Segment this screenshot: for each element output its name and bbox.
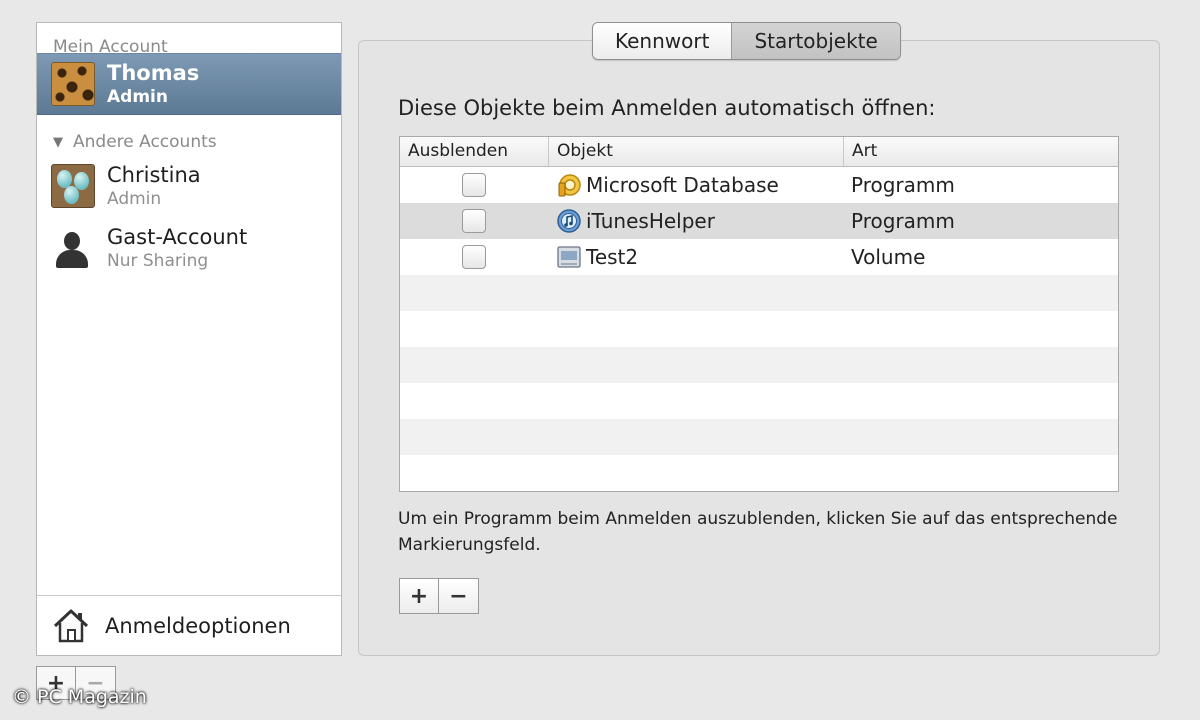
empty-row: [400, 455, 1118, 491]
my-account-header: Mein Account: [53, 37, 168, 57]
section-heading: Diese Objekte beim Anmelden automatisch …: [398, 96, 936, 120]
account-role: Nur Sharing: [107, 250, 209, 271]
column-header-kind[interactable]: Art: [843, 137, 1118, 166]
eggs-avatar-icon: [51, 164, 95, 208]
help-text: Um ein Programm beim Anmelden auszublend…: [398, 509, 1118, 555]
hide-checkbox[interactable]: [462, 173, 486, 197]
object-name: Microsoft Database: [586, 173, 779, 197]
house-icon: [53, 609, 89, 642]
tab-kennwort[interactable]: Kennwort: [593, 23, 732, 59]
account-role: Admin: [107, 86, 168, 107]
tab-bar: Kennwort Startobjekte: [592, 22, 901, 60]
empty-row: [400, 383, 1118, 419]
other-accounts-label: Andere Accounts: [73, 132, 217, 152]
account-name: Thomas: [107, 60, 200, 85]
volume-icon: [557, 246, 581, 268]
account-guest[interactable]: Gast-Account Nur Sharing: [37, 217, 341, 279]
empty-row: [400, 419, 1118, 455]
table-header: Ausblenden Objekt Art: [400, 137, 1118, 167]
object-kind: Volume: [851, 245, 926, 269]
object-name: Test2: [586, 245, 639, 269]
login-items-button-bar: + −: [399, 578, 479, 614]
disclosure-triangle-icon[interactable]: ▼: [53, 135, 63, 150]
account-role: Admin: [107, 188, 162, 209]
leopard-avatar-icon: [51, 62, 95, 106]
table-row[interactable]: iTunesHelper Programm: [400, 203, 1118, 239]
login-items-table: Ausblenden Objekt Art Microsoft Database…: [399, 136, 1119, 492]
account-name: Christina: [107, 162, 201, 187]
empty-row: [400, 347, 1118, 383]
accounts-sidebar: Mein Account Thomas Admin ▼ Andere Accou…: [36, 22, 342, 656]
table-row[interactable]: Test2 Volume: [400, 239, 1118, 275]
empty-row: [400, 275, 1118, 311]
silhouette-avatar-icon: [51, 226, 95, 270]
add-login-item-button[interactable]: +: [399, 578, 439, 614]
remove-login-item-button[interactable]: −: [439, 578, 479, 614]
column-header-hide[interactable]: Ausblenden: [400, 137, 548, 166]
account-thomas[interactable]: Thomas Admin: [37, 53, 341, 115]
table-row[interactable]: Microsoft Database Programm: [400, 167, 1118, 203]
account-name: Gast-Account: [107, 224, 248, 249]
object-kind: Programm: [851, 209, 955, 233]
database-icon: [558, 174, 581, 197]
empty-row: [400, 311, 1118, 347]
watermark: © PC Magazin: [12, 686, 147, 708]
itunes-icon: [557, 209, 581, 233]
account-christina[interactable]: Christina Admin: [37, 155, 341, 217]
tab-startobjekte[interactable]: Startobjekte: [731, 23, 900, 59]
object-kind: Programm: [851, 173, 955, 197]
login-options-item[interactable]: Anmeldeoptionen: [37, 595, 341, 655]
other-accounts-header[interactable]: ▼ Andere Accounts: [37, 115, 341, 155]
login-options-label: Anmeldeoptionen: [105, 613, 291, 638]
column-header-object[interactable]: Objekt: [548, 137, 843, 166]
object-name: iTunesHelper: [586, 209, 715, 233]
hide-checkbox[interactable]: [462, 209, 486, 233]
hide-checkbox[interactable]: [462, 245, 486, 269]
